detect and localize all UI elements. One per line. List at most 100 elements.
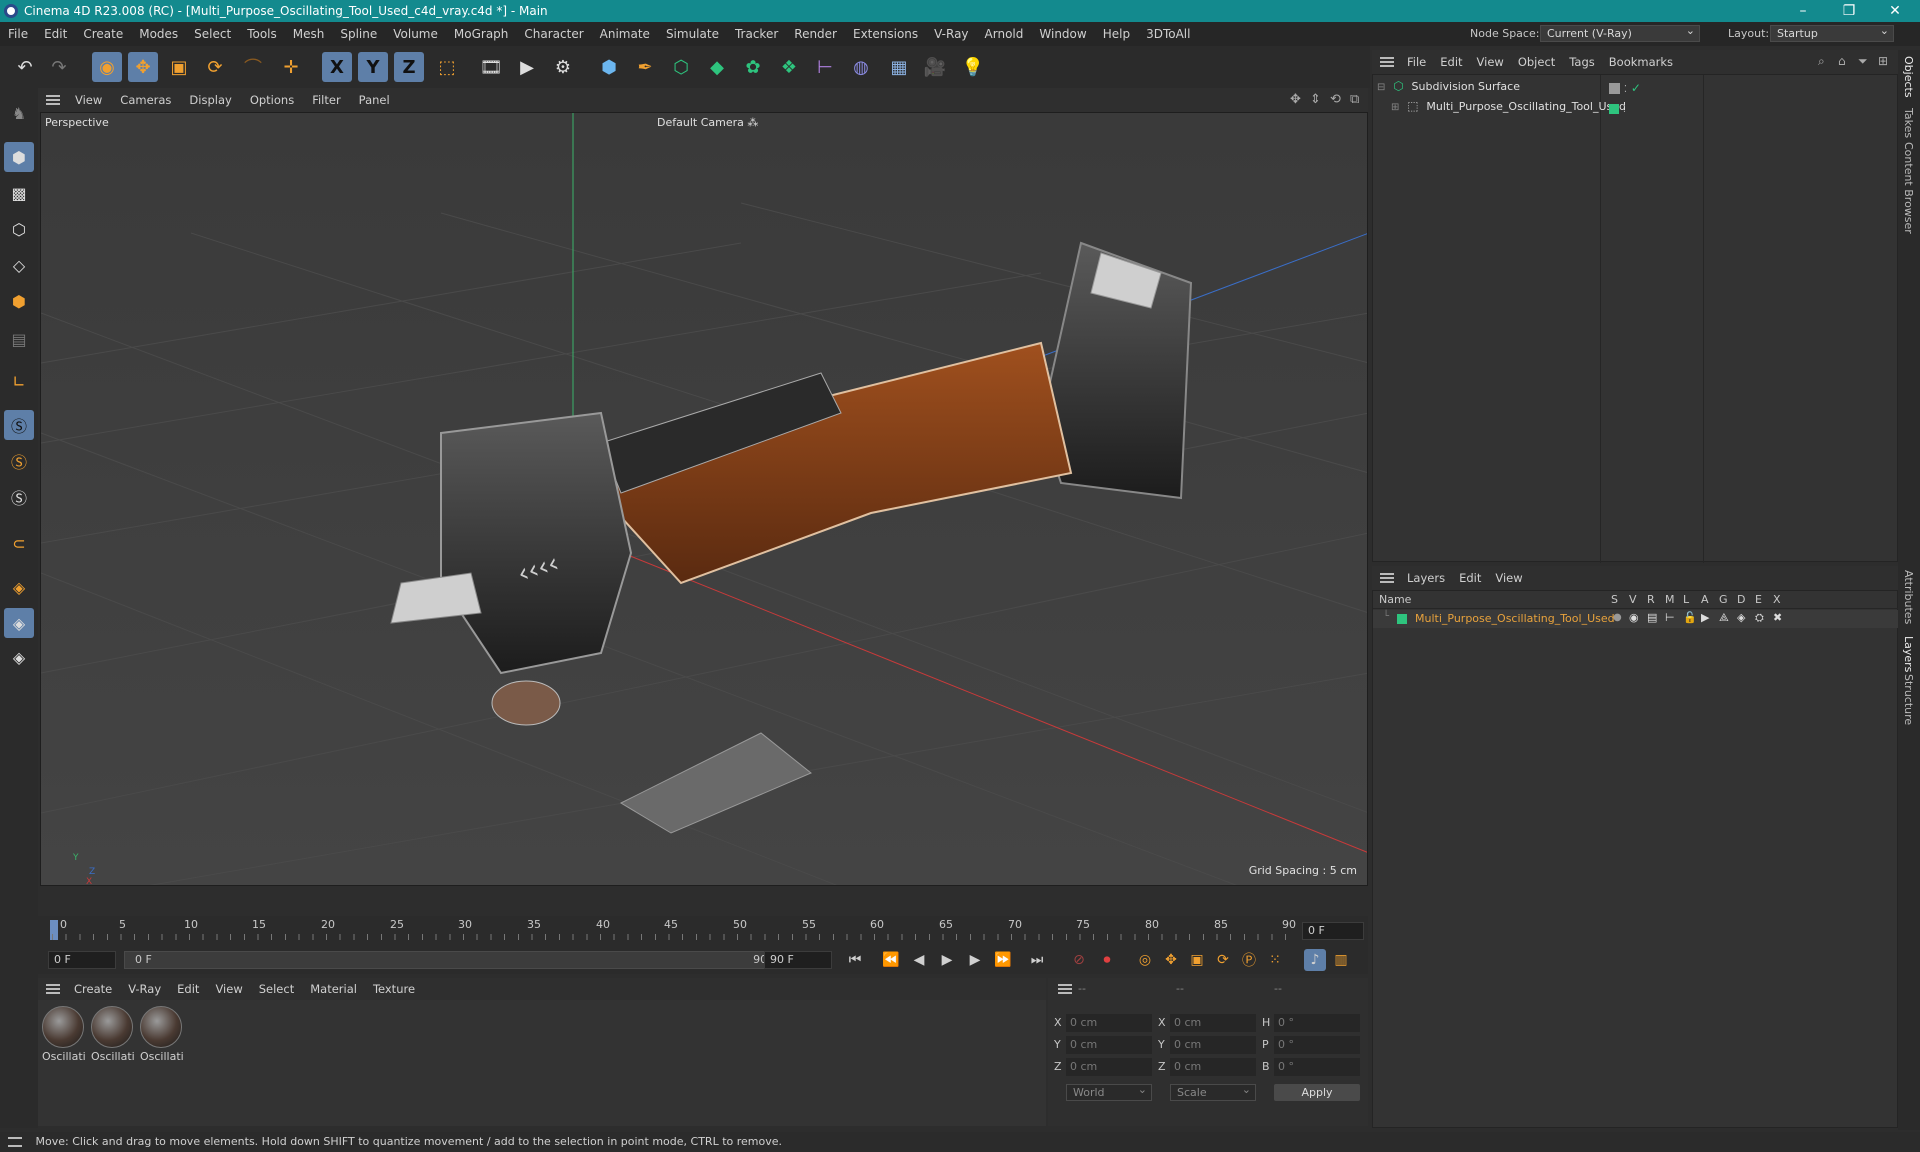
scale-tool-icon[interactable]: ▣	[164, 52, 194, 82]
layout-select[interactable]: Startup	[1770, 23, 1894, 42]
maximize-button[interactable]: ❐	[1826, 0, 1872, 22]
objects-menu-bookmarks[interactable]: Bookmarks	[1602, 55, 1680, 69]
points-mode-icon[interactable]: ⬡	[4, 214, 34, 244]
layer-color-swatch[interactable]	[1397, 614, 1407, 624]
tab-layers[interactable]: Layers	[1902, 636, 1915, 672]
node-space-select[interactable]: Current (V-Ray)	[1540, 23, 1700, 42]
key-scale-icon[interactable]: ▣	[1186, 949, 1208, 971]
menu-create[interactable]: Create	[75, 27, 131, 41]
menu-tracker[interactable]: Tracker	[727, 27, 786, 41]
menu-mesh[interactable]: Mesh	[285, 27, 333, 41]
menu-character[interactable]: Character	[516, 27, 591, 41]
snap-settings-icon[interactable]: Ⓢ	[4, 446, 34, 476]
transform-tool-icon[interactable]: ✛	[276, 52, 306, 82]
previous-frame-icon[interactable]: ◀	[908, 949, 930, 971]
menu-help[interactable]: Help	[1095, 27, 1138, 41]
visibility-dots-icon[interactable]: ⁚	[1624, 84, 1627, 95]
rot-h-field[interactable]: 0 °	[1274, 1014, 1360, 1032]
apply-button[interactable]: Apply	[1274, 1084, 1360, 1101]
viewport-rotate-icon[interactable]: ⟲	[1330, 92, 1341, 107]
enabled-check-icon[interactable]: ✓	[1631, 81, 1641, 95]
cube-object-icon[interactable]: ⬢	[594, 52, 624, 82]
select-tool-icon[interactable]: ◉	[92, 52, 122, 82]
material-swatch[interactable]: Oscillatin	[42, 1006, 86, 1066]
home-icon[interactable]: ⌂	[1838, 54, 1846, 68]
menu-select[interactable]: Select	[186, 27, 239, 41]
autokey-icon[interactable]: ⏺	[1096, 949, 1118, 971]
uv-mode-icon[interactable]: ▤	[4, 324, 34, 354]
key-pla-icon[interactable]: ⁙	[1264, 949, 1286, 971]
play-icon[interactable]: ▶	[936, 949, 958, 971]
material-menu-view[interactable]: View	[207, 982, 250, 996]
make-editable-icon[interactable]: ♞	[4, 98, 34, 128]
viewport-hamburger-icon[interactable]	[46, 95, 60, 105]
timeline-ruler[interactable]: 0 5 10 15 20 25 30 35 40 45 50 55 60 65 …	[38, 916, 1368, 946]
previous-key-icon[interactable]: ⏪	[880, 949, 902, 971]
material-menu-material[interactable]: Material	[302, 982, 365, 996]
layer-name[interactable]: Multi_Purpose_Oscillating_Tool_Used	[1415, 612, 1615, 625]
frame-range-slider[interactable]: 0 F 90 F	[124, 951, 788, 969]
viewport-menu-filter[interactable]: Filter	[303, 93, 349, 107]
tab-structure[interactable]: Structure	[1902, 674, 1915, 725]
extrude-generator-icon[interactable]: ◆	[702, 52, 732, 82]
material-hamburger-icon[interactable]	[46, 984, 60, 994]
axis-mode-icon[interactable]: ∟	[4, 366, 34, 396]
render-settings-icon[interactable]: ⚙	[548, 52, 578, 82]
material-menu-edit[interactable]: Edit	[169, 982, 207, 996]
pos-y-field[interactable]: 0 cm	[1066, 1036, 1152, 1054]
next-key-icon[interactable]: ⏩	[992, 949, 1014, 971]
magnet-tool-icon[interactable]: ⊂	[4, 528, 34, 558]
layers-menu-edit[interactable]: Edit	[1452, 571, 1488, 585]
coordinates-hamburger-icon[interactable]	[1058, 984, 1072, 994]
record-active-icon[interactable]: ⊘	[1068, 949, 1090, 971]
filter-icon[interactable]: ⏷	[1858, 54, 1868, 69]
mograph-cubes-icon[interactable]: ❖	[774, 52, 804, 82]
quantize-icon[interactable]: Ⓢ	[4, 482, 34, 512]
expand-icon[interactable]: ⊞	[1391, 102, 1399, 113]
planar-workplane-icon[interactable]: ◈	[4, 608, 34, 638]
field-icon[interactable]: ◍	[846, 52, 876, 82]
next-frame-icon[interactable]: ▶	[964, 949, 986, 971]
view-toggle-icon[interactable]: ◉	[1629, 611, 1639, 624]
render-to-picture-viewer-icon[interactable]: ▶	[512, 52, 542, 82]
objects-menu-edit[interactable]: Edit	[1433, 55, 1469, 69]
new-window-icon[interactable]: ⊞	[1878, 54, 1888, 68]
tab-content-browser[interactable]: Content Browser	[1902, 142, 1915, 234]
menu-file[interactable]: File	[0, 27, 36, 41]
viewport-menu-display[interactable]: Display	[180, 93, 240, 107]
objects-menu-view[interactable]: View	[1470, 55, 1511, 69]
manager-toggle-icon[interactable]: ⊢	[1665, 611, 1675, 624]
menu-volume[interactable]: Volume	[385, 27, 446, 41]
object-row[interactable]: ⊞ ⬚ Multi_Purpose_Oscillating_Tool_Used	[1391, 99, 1891, 117]
viewport-menu-cameras[interactable]: Cameras	[111, 93, 180, 107]
3d-viewport[interactable]: ‹‹‹‹ Perspective Default Camera ⁂ Grid S…	[40, 112, 1368, 886]
timeline-window-icon[interactable]: ▥	[1330, 949, 1352, 971]
texture-mode-icon[interactable]: ▩	[4, 178, 34, 208]
layer-tag-icon[interactable]	[1609, 83, 1620, 94]
recent-tool-icon[interactable]: ⌒	[238, 52, 268, 82]
objects-menu-tags[interactable]: Tags	[1562, 55, 1601, 69]
tab-takes[interactable]: Takes	[1902, 108, 1915, 138]
xref-toggle-icon[interactable]: ✖	[1773, 611, 1782, 624]
pos-x-field[interactable]: 0 cm	[1066, 1014, 1152, 1032]
key-position-icon[interactable]: ✥	[1160, 949, 1182, 971]
menu-spline[interactable]: Spline	[332, 27, 385, 41]
layers-hamburger-icon[interactable]	[1380, 573, 1394, 583]
material-menu-vray[interactable]: V-Ray	[120, 982, 169, 996]
viewport-zoom-icon[interactable]: ⇕	[1310, 92, 1321, 107]
go-to-end-icon[interactable]: ⏭	[1026, 949, 1048, 971]
model-mode-icon[interactable]: ⬢	[4, 142, 34, 172]
generators-toggle-icon[interactable]: ⟁	[1719, 611, 1729, 625]
solo-toggle-icon[interactable]: ●	[1613, 612, 1622, 623]
render-toggle-icon[interactable]: ▤	[1647, 611, 1657, 624]
go-to-start-icon[interactable]: ⏮	[844, 949, 866, 971]
workplane-icon[interactable]: ◈	[4, 572, 34, 602]
menu-render[interactable]: Render	[786, 27, 845, 41]
render-view-icon[interactable]: 🎞	[476, 52, 506, 82]
floor-environment-icon[interactable]: ▦	[884, 52, 914, 82]
sound-icon[interactable]: ♪	[1304, 949, 1326, 971]
viewport-camera-name[interactable]: Default Camera ⁂	[657, 116, 758, 129]
keyframe-selection-icon[interactable]: ◎	[1134, 949, 1156, 971]
cloner-icon[interactable]: ✿	[738, 52, 768, 82]
edges-mode-icon[interactable]: ◇	[4, 250, 34, 280]
